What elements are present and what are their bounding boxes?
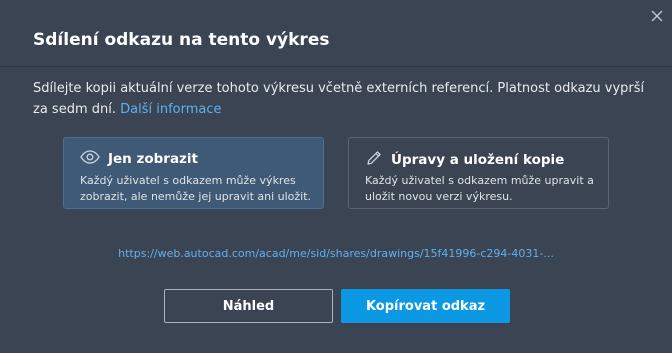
dialog-description: Sdílejte kopii aktuální verze tohoto výk… <box>33 78 648 120</box>
copy-link-button[interactable]: Kopírovat odkaz <box>341 289 510 323</box>
share-link-dialog: Sdílení odkazu na tento výkres Sdílejte … <box>0 0 672 353</box>
option-view-only-header: Jen zobrazit <box>80 149 198 168</box>
option-edit-title: Úpravy a uložení kopie <box>391 152 565 168</box>
option-view-only[interactable]: Jen zobrazit Každý uživatel s odkazem mů… <box>63 137 324 209</box>
pencil-icon <box>365 149 383 171</box>
learn-more-link[interactable]: Další informace <box>120 102 221 117</box>
option-view-only-title: Jen zobrazit <box>108 150 198 167</box>
option-view-only-description: Každý uživatel s odkazem může výkres zob… <box>80 174 312 203</box>
close-button[interactable] <box>648 7 666 25</box>
share-link-url[interactable]: https://web.autocad.com/acad/me/sid/shar… <box>0 247 672 260</box>
option-edit-save-copy[interactable]: Úpravy a uložení kopie Každý uživatel s … <box>348 137 609 209</box>
preview-button[interactable]: Náhled <box>164 289 333 323</box>
dialog-title: Sdílení odkazu na tento výkres <box>33 30 330 50</box>
option-edit-header: Úpravy a uložení kopie <box>365 149 564 171</box>
header-divider <box>0 66 672 67</box>
close-icon <box>651 7 663 26</box>
option-edit-description: Každý uživatel s odkazem může upravit a … <box>365 174 594 203</box>
eye-icon <box>80 149 100 168</box>
